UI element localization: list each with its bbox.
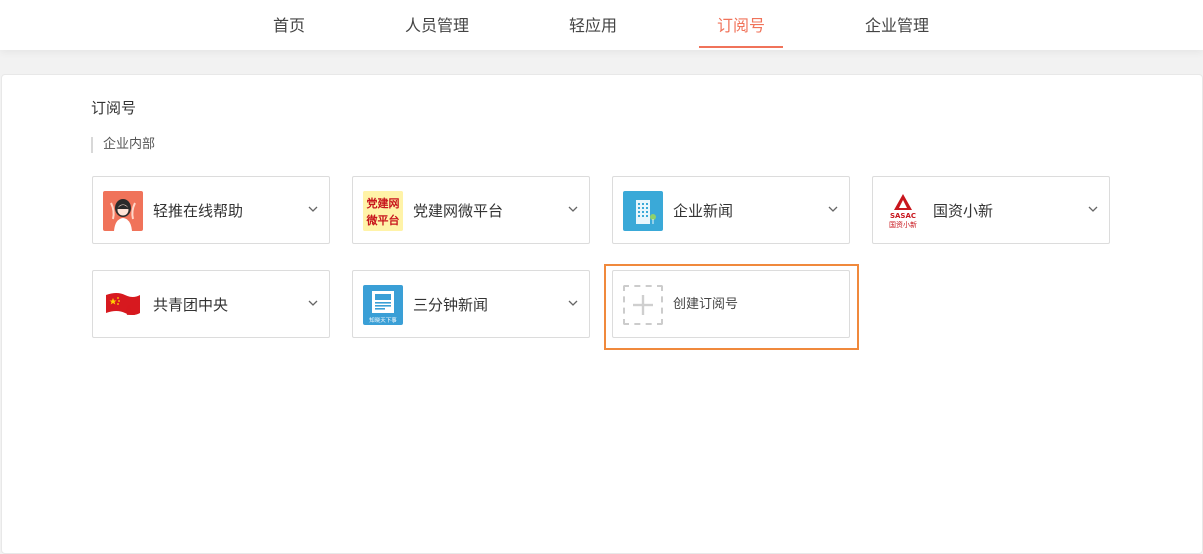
subscription-card-party-building[interactable]: 党建网 微平台 党建网微平台 bbox=[352, 176, 590, 244]
chevron-down-icon[interactable] bbox=[567, 297, 579, 309]
page-title: 订阅号 bbox=[91, 99, 137, 117]
chevron-down-icon[interactable] bbox=[307, 297, 319, 309]
create-subscription-button[interactable]: 创建订阅号 bbox=[612, 270, 850, 338]
newspaper-icon: 知晓天下事 bbox=[363, 285, 403, 325]
chevron-down-icon[interactable] bbox=[307, 203, 319, 215]
sasac-logo-top-text: SASAC bbox=[890, 212, 916, 220]
subscription-card-youth-league[interactable]: 共青团中央 bbox=[92, 270, 330, 338]
nav-people-management[interactable]: 人员管理 bbox=[405, 0, 469, 48]
subscription-name: 三分钟新闻 bbox=[413, 296, 489, 314]
subscription-card-sasac[interactable]: SASAC 国资小新 国资小新 bbox=[872, 176, 1110, 244]
subscription-card-enterprise-news[interactable]: 企业新闻 bbox=[612, 176, 850, 244]
top-navigation: 首页 人员管理 轻应用 订阅号 企业管理 bbox=[0, 0, 1203, 50]
section-label-internal: 企业内部 bbox=[91, 137, 155, 153]
party-logo-bottom-text: 微平台 bbox=[366, 213, 400, 227]
subscription-name: 企业新闻 bbox=[673, 202, 734, 220]
chevron-down-icon[interactable] bbox=[567, 203, 579, 215]
sasac-logo-bottom-text: 国资小新 bbox=[889, 220, 917, 229]
subscription-card-help[interactable]: 轻推在线帮助 bbox=[92, 176, 330, 244]
subscription-name: 共青团中央 bbox=[153, 296, 229, 314]
subscription-name: 轻推在线帮助 bbox=[153, 202, 244, 220]
chevron-down-icon[interactable] bbox=[827, 203, 839, 215]
nav-enterprise-management[interactable]: 企业管理 bbox=[865, 0, 929, 48]
sasac-logo: SASAC 国资小新 bbox=[883, 191, 923, 231]
nav-subscriptions[interactable]: 订阅号 bbox=[698, 0, 784, 48]
nav-light-apps[interactable]: 轻应用 bbox=[569, 0, 617, 48]
youth-league-flag-icon bbox=[103, 285, 143, 325]
building-icon bbox=[623, 191, 663, 231]
subscription-name: 党建网微平台 bbox=[413, 202, 504, 220]
newspaper-logo-text: 知晓天下事 bbox=[369, 316, 397, 324]
party-building-logo: 党建网 微平台 bbox=[363, 191, 403, 231]
create-subscription-label: 创建订阅号 bbox=[673, 297, 739, 312]
plus-icon bbox=[623, 285, 663, 325]
subscription-name: 国资小新 bbox=[933, 202, 994, 220]
nav-home[interactable]: 首页 bbox=[273, 0, 305, 48]
party-logo-top-text: 党建网 bbox=[367, 196, 400, 210]
subscription-card-three-minute-news[interactable]: 知晓天下事 三分钟新闻 bbox=[352, 270, 590, 338]
chevron-down-icon[interactable] bbox=[1087, 203, 1099, 215]
help-avatar-icon bbox=[103, 191, 143, 231]
